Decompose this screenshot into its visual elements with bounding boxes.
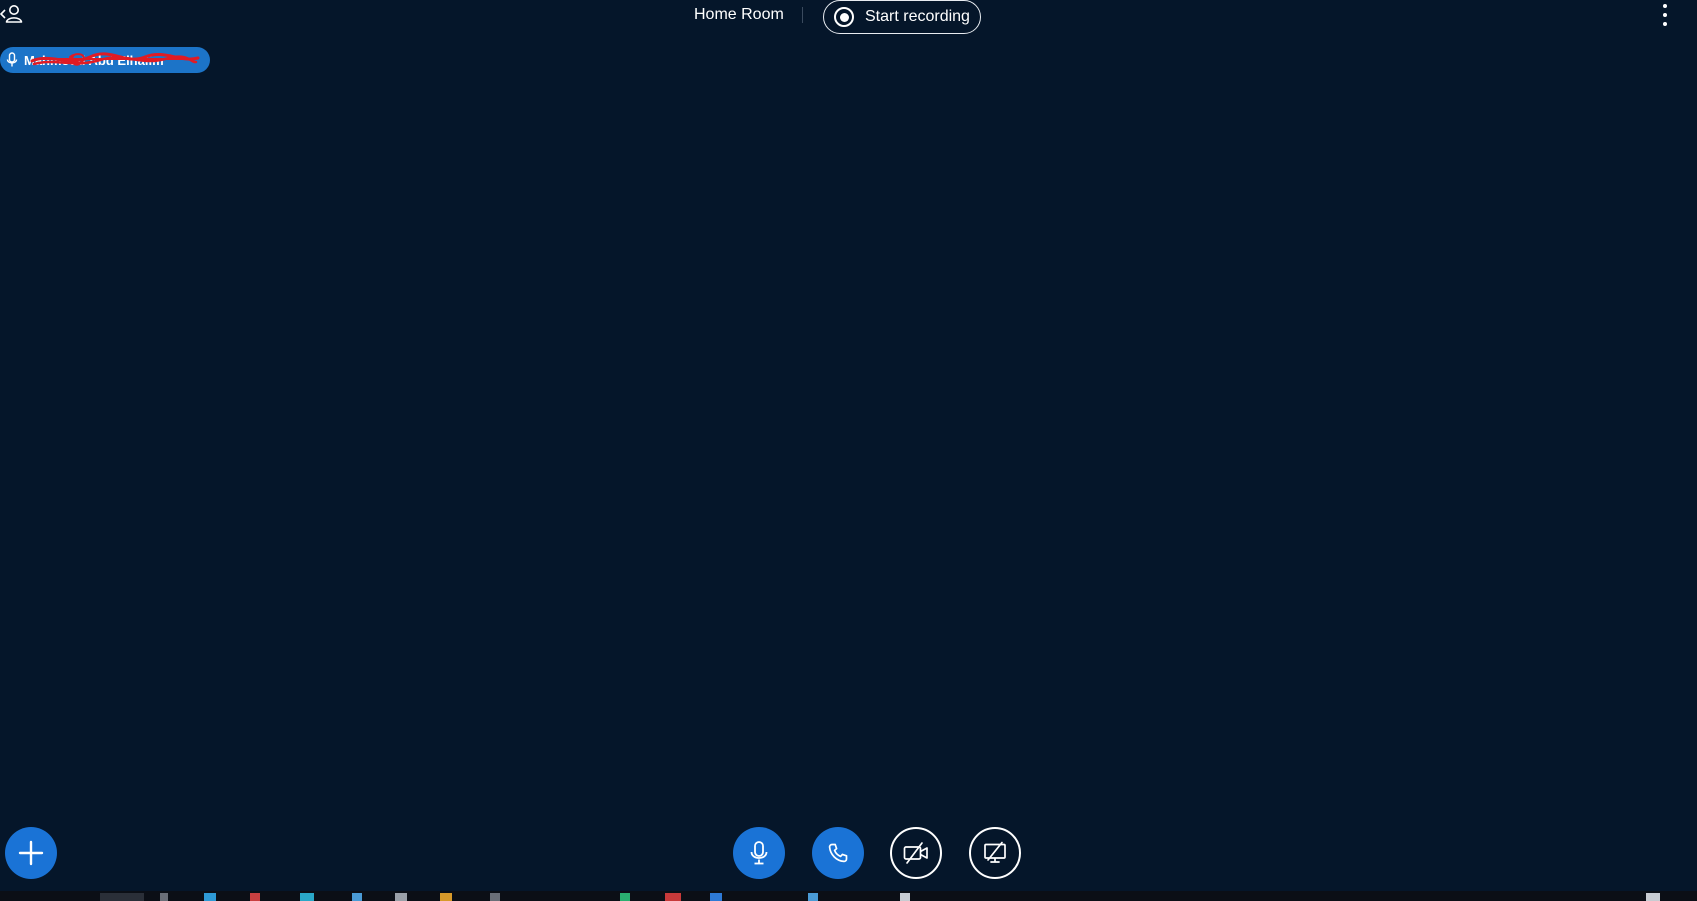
participant-pill[interactable]: Mahmoud Abd Elhalim xyxy=(0,47,210,73)
os-taskbar xyxy=(0,891,1697,901)
title-divider xyxy=(802,7,803,23)
taskbar-icon[interactable] xyxy=(250,893,260,901)
end-call-button[interactable] xyxy=(812,827,864,879)
taskbar-icon[interactable] xyxy=(300,893,314,901)
taskbar-icon[interactable] xyxy=(204,893,216,901)
add-button[interactable] xyxy=(5,827,57,879)
start-recording-button[interactable]: Start recording xyxy=(823,0,981,34)
taskbar-icon[interactable] xyxy=(620,893,630,901)
taskbar-icon[interactable] xyxy=(352,893,362,901)
taskbar-icon[interactable] xyxy=(440,893,452,901)
taskbar-icon[interactable] xyxy=(665,893,681,901)
plus-icon xyxy=(18,840,44,866)
more-dot xyxy=(1663,22,1667,26)
participants-toggle-button[interactable] xyxy=(0,3,24,25)
taskbar-icon[interactable] xyxy=(395,893,407,901)
record-label: Start recording xyxy=(865,8,970,25)
taskbar-icon[interactable] xyxy=(710,893,722,901)
phone-icon xyxy=(828,843,848,863)
screen-share-off-icon xyxy=(984,841,1006,863)
more-options-button[interactable] xyxy=(1659,4,1671,26)
taskbar-icon[interactable] xyxy=(1646,893,1660,901)
record-icon xyxy=(834,7,854,27)
taskbar-icon[interactable] xyxy=(490,893,500,901)
more-dot xyxy=(1663,13,1667,17)
participant-name: Mahmoud Abd Elhalim xyxy=(24,52,164,68)
chevron-left-icon xyxy=(0,5,23,23)
call-window: Home Room Start recording Mahmoud Abd El… xyxy=(0,0,1697,901)
taskbar-icon[interactable] xyxy=(900,893,910,901)
screen-share-button[interactable] xyxy=(969,827,1021,879)
taskbar-icon[interactable] xyxy=(808,893,818,901)
camera-toggle-button[interactable] xyxy=(890,827,942,879)
taskbar-icon[interactable] xyxy=(160,893,168,901)
mic-icon xyxy=(6,52,18,67)
mute-button[interactable] xyxy=(733,827,785,879)
room-title: Home Room xyxy=(694,6,784,23)
mic-icon xyxy=(750,841,768,865)
more-dot xyxy=(1663,4,1667,8)
taskbar-item[interactable] xyxy=(100,893,144,901)
video-off-icon xyxy=(903,842,928,864)
